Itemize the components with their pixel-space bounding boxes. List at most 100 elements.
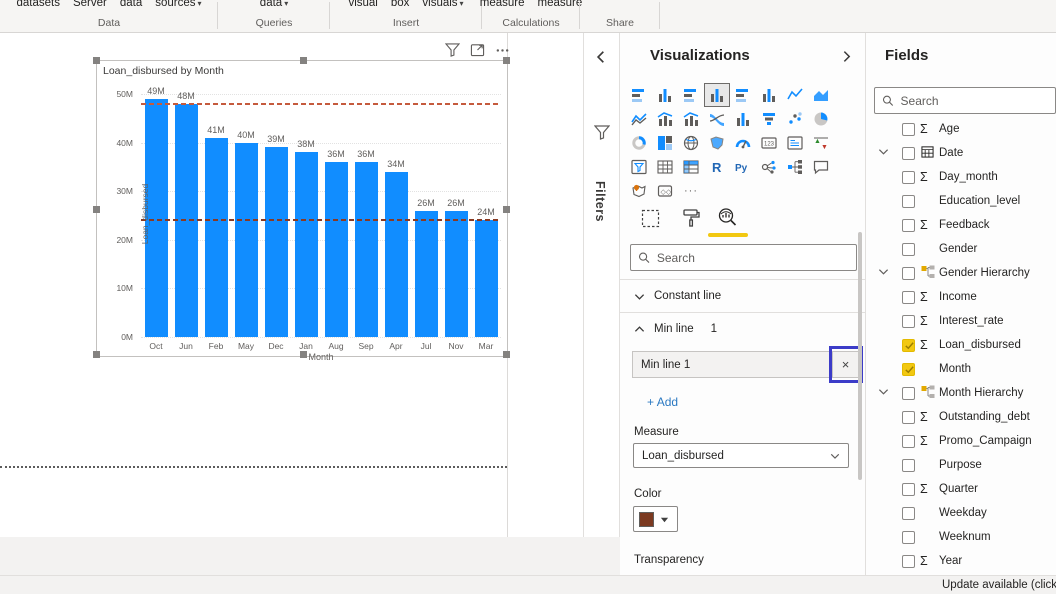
field-checkbox[interactable] [902, 219, 915, 232]
decomposition-tree-icon[interactable] [782, 155, 808, 179]
waterfall-chart-icon[interactable] [730, 107, 756, 131]
selection-handle[interactable] [93, 206, 100, 213]
stacked-bar-chart-icon[interactable] [626, 83, 652, 107]
more-options-icon[interactable] [495, 43, 510, 57]
chart-bar[interactable] [205, 138, 228, 337]
chart-bar[interactable] [475, 220, 498, 337]
constant-line-section-header[interactable]: Constant line [620, 280, 865, 312]
ribbon-button-box[interactable]: box [391, 0, 410, 9]
field-row-gender[interactable]: Gender [866, 237, 1056, 261]
python-visual-icon[interactable]: Py [730, 155, 756, 179]
filters-pane-collapsed[interactable]: Filters [583, 33, 620, 537]
field-checkbox[interactable] [902, 171, 915, 184]
gauge-icon[interactable] [730, 131, 756, 155]
key-influencers-icon[interactable] [756, 155, 782, 179]
ribbon-button-datasets[interactable]: datasets [16, 0, 59, 9]
line-and-clustered-column-chart-icon[interactable] [678, 107, 704, 131]
chart-bar[interactable] [325, 162, 348, 337]
reference-min-line-1[interactable] [141, 219, 501, 221]
r-script-visual-icon[interactable]: R [704, 155, 730, 179]
field-row-day-month[interactable]: ΣDay_month [866, 165, 1056, 189]
collapse-visualizations-chevron-icon[interactable] [840, 50, 853, 63]
selection-handle[interactable] [300, 351, 307, 358]
field-checkbox[interactable] [902, 243, 915, 256]
field-row-income[interactable]: ΣIncome [866, 285, 1056, 309]
map-icon[interactable] [678, 131, 704, 155]
selection-handle[interactable] [503, 57, 510, 64]
chart-bar[interactable] [355, 162, 378, 337]
field-checkbox[interactable] [902, 339, 915, 352]
field-row-weeknum[interactable]: Weeknum [866, 525, 1056, 549]
kpi-icon[interactable]: ▲▼ [808, 131, 834, 155]
chart-bar[interactable] [235, 143, 258, 337]
field-checkbox[interactable] [902, 531, 915, 544]
funnel-chart-icon[interactable] [756, 107, 782, 131]
100-stacked-bar-chart-icon[interactable] [730, 83, 756, 107]
line-chart-icon[interactable] [782, 83, 808, 107]
ribbon-button-sources[interactable]: sources▾ [155, 0, 201, 9]
expand-chevron-icon[interactable] [878, 266, 889, 277]
field-checkbox[interactable] [902, 363, 915, 376]
analytics-search-input[interactable] [657, 251, 849, 265]
field-checkbox[interactable] [902, 459, 915, 472]
ribbon-button-visual[interactable]: visual [348, 0, 377, 9]
update-available-link[interactable]: Update available (click [942, 579, 1056, 591]
ribbon-chart-icon[interactable] [704, 107, 730, 131]
slicer-icon[interactable] [626, 155, 652, 179]
min-line-name-input[interactable]: Min line 1 [632, 351, 833, 378]
selection-handle[interactable] [503, 351, 510, 358]
field-row-education-level[interactable]: Education_level [866, 189, 1056, 213]
field-row-date[interactable]: Date [866, 141, 1056, 165]
filter-icon[interactable] [445, 43, 460, 57]
line-and-stacked-column-chart-icon[interactable] [652, 107, 678, 131]
build-visual-tab-icon[interactable] [641, 209, 660, 228]
field-row-year[interactable]: ΣYear [866, 549, 1056, 573]
field-checkbox[interactable] [902, 123, 915, 136]
scatter-chart-icon[interactable] [782, 107, 808, 131]
field-row-month-hierarchy[interactable]: Month Hierarchy [866, 381, 1056, 405]
analytics-tab-icon[interactable] [716, 206, 739, 229]
chart-bar[interactable] [385, 172, 408, 337]
reference-max-line[interactable] [141, 103, 501, 105]
selection-handle[interactable] [93, 351, 100, 358]
fields-search-input[interactable] [901, 94, 1048, 108]
field-checkbox[interactable] [902, 315, 915, 328]
min-line-section-header[interactable]: Min line 1 [620, 313, 865, 345]
clustered-column-chart-icon[interactable] [704, 83, 730, 107]
field-row-month[interactable]: Month [866, 357, 1056, 381]
measure-dropdown[interactable]: Loan_disbursed [633, 443, 849, 468]
card-icon[interactable]: 123 [756, 131, 782, 155]
100-stacked-column-chart-icon[interactable] [756, 83, 782, 107]
expand-chevron-icon[interactable] [878, 146, 889, 157]
ribbon-button-Server[interactable]: Server [73, 0, 107, 9]
focus-mode-icon[interactable] [470, 43, 485, 57]
field-row-loan-disbursed[interactable]: ΣLoan_disbursed [866, 333, 1056, 357]
clustered-bar-chart-icon[interactable] [678, 83, 704, 107]
color-picker-button[interactable] [633, 506, 678, 532]
delete-min-line-button[interactable]: × [833, 351, 859, 378]
field-checkbox[interactable] [902, 387, 915, 400]
field-checkbox[interactable] [902, 555, 915, 568]
field-checkbox[interactable] [902, 507, 915, 520]
treemap-icon[interactable] [652, 131, 678, 155]
expand-filters-chevron-icon[interactable] [594, 50, 608, 64]
q-and-a-icon[interactable] [808, 155, 834, 179]
table-icon[interactable] [652, 155, 678, 179]
field-checkbox[interactable] [902, 147, 915, 160]
chart-bar[interactable] [295, 152, 318, 337]
field-row-promo-campaign[interactable]: ΣPromo_Campaign [866, 429, 1056, 453]
field-checkbox[interactable] [902, 483, 915, 496]
donut-chart-icon[interactable] [626, 131, 652, 155]
field-checkbox[interactable] [902, 411, 915, 424]
field-checkbox[interactable] [902, 435, 915, 448]
field-checkbox[interactable] [902, 291, 915, 304]
selection-handle[interactable] [93, 57, 100, 64]
selection-handle[interactable] [503, 206, 510, 213]
field-row-quarter[interactable]: ΣQuarter [866, 477, 1056, 501]
multi-row-card-icon[interactable] [782, 131, 808, 155]
analytics-pane-scrollbar[interactable] [858, 232, 862, 480]
chart-bar[interactable] [415, 211, 438, 337]
matrix-icon[interactable] [678, 155, 704, 179]
paginated-report-icon[interactable] [626, 179, 652, 203]
field-row-gender-hierarchy[interactable]: Gender Hierarchy [866, 261, 1056, 285]
